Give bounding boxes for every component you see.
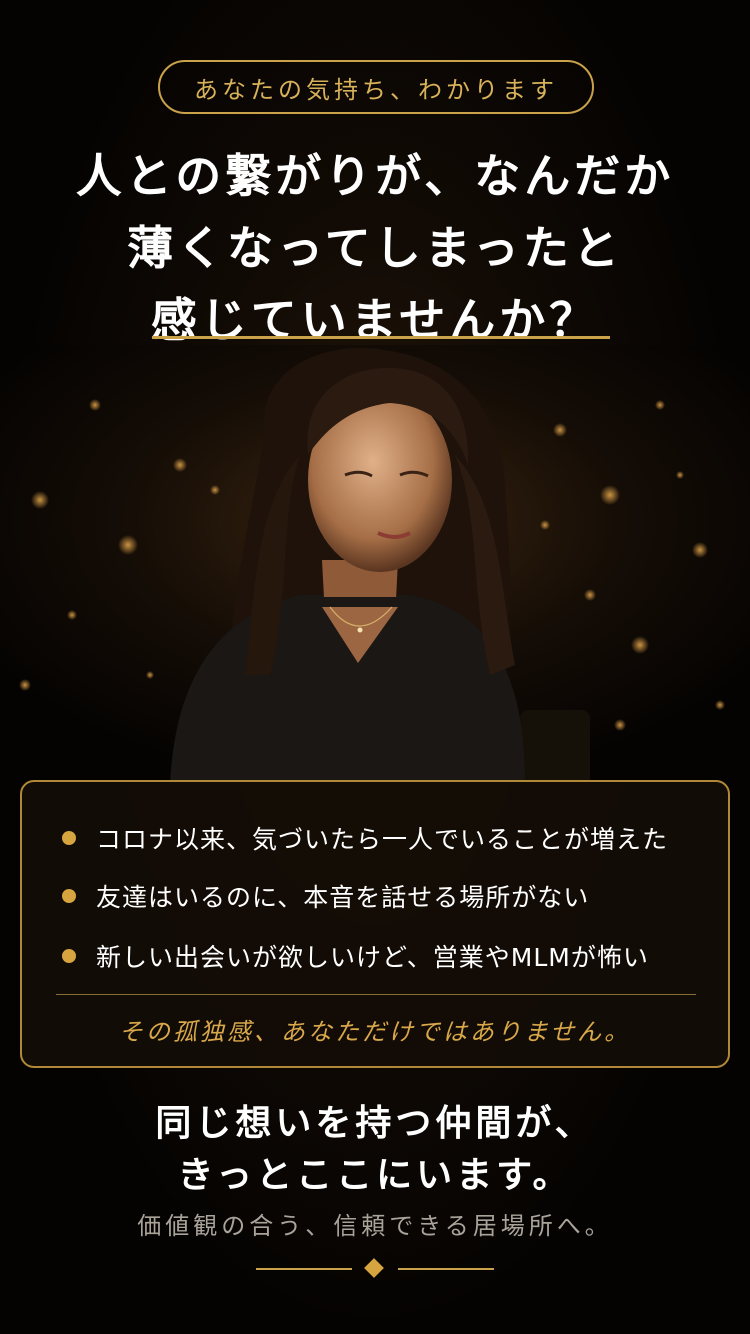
tagline: 価値観の合う、信頼できる居場所へ。 [137, 1212, 613, 1240]
badge-text: あなたの気持ち、わかります [194, 75, 558, 104]
headline-underline [152, 336, 610, 339]
list-item: 友達はいるのに、本音を話せる場所がない [62, 878, 589, 914]
gold-dot-icon [62, 889, 76, 903]
page: あなたの気持ち、わかります 人との繋がりが、なんだか 薄くなってしまったと 感じ… [0, 0, 750, 1334]
portrait-illustration [0, 345, 750, 785]
ornament-line-right [398, 1268, 494, 1270]
ornament-line-left [256, 1268, 352, 1270]
woman-portrait-photo [0, 345, 750, 785]
headline-line-1: 人との繋がりが、なんだか [75, 149, 675, 203]
list-item-text: 新しい出会いが欲しいけど、営業やMLMが怖い [96, 943, 649, 972]
feelings-box: コロナ以来、気づいたら一人でいることが増えた 友達はいるのに、本音を話せる場所が… [20, 780, 730, 1068]
closing-message: その孤独感、あなただけではありません。 [118, 1018, 632, 1046]
list-item-text: 友達はいるのに、本音を話せる場所がない [96, 883, 590, 912]
gold-dot-icon [62, 949, 76, 963]
gold-dot-icon [62, 831, 76, 845]
list-item-text: コロナ以来、気づいたら一人でいることが増えた [96, 825, 669, 854]
message-line-1: 同じ想いを持つ仲間が、 [155, 1103, 595, 1144]
list-item: 新しい出会いが欲しいけど、営業やMLMが怖い [62, 938, 649, 974]
box-divider [56, 994, 696, 995]
headline-line-2: 薄くなってしまったと [127, 221, 623, 275]
diamond-ornament-icon [364, 1258, 384, 1278]
empathy-badge: あなたの気持ち、わかります [158, 60, 594, 114]
headline-line-3: 感じていませんか？ [150, 293, 600, 347]
message-line-2: きっとここにいます。 [177, 1155, 573, 1196]
list-item: コロナ以来、気づいたら一人でいることが増えた [62, 820, 668, 856]
